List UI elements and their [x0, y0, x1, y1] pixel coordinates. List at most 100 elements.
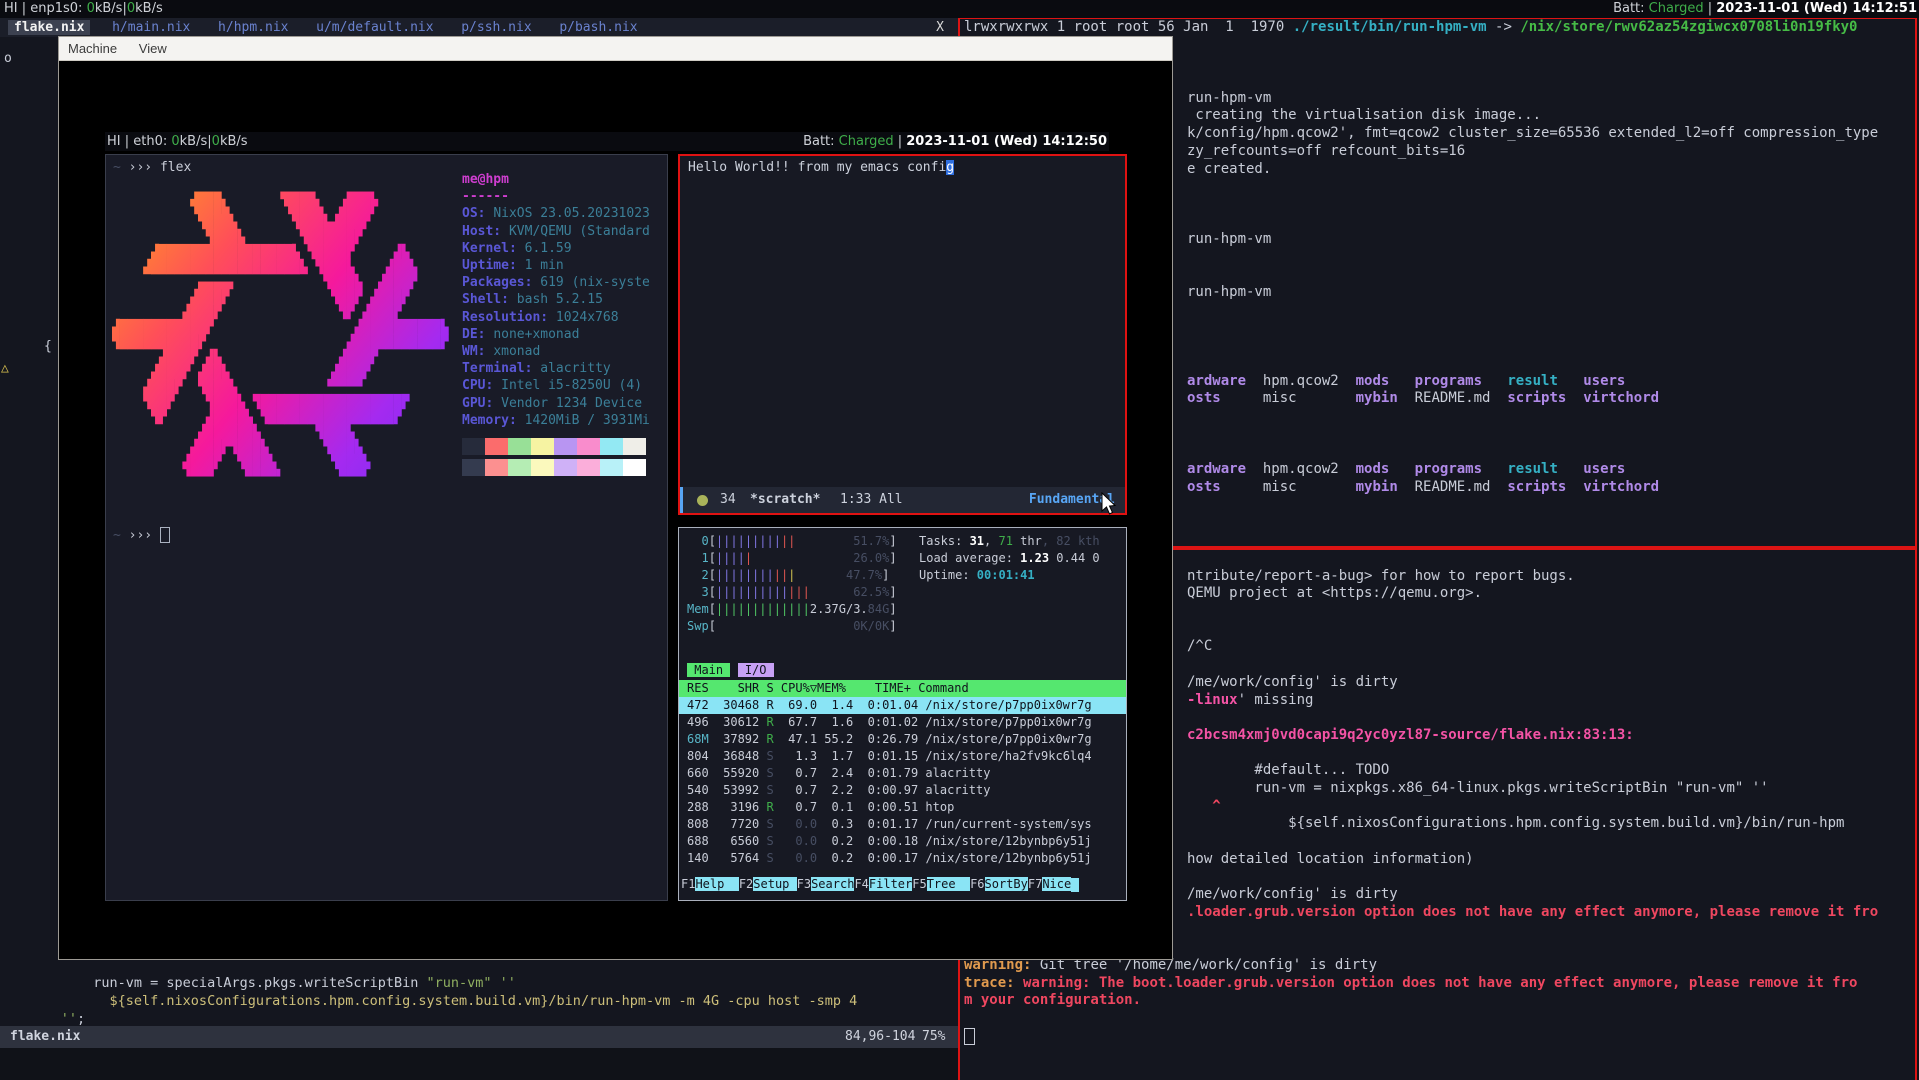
text-span: ------ [462, 189, 509, 204]
text-span: ››› [129, 160, 160, 175]
palette-swatch [508, 438, 531, 455]
tab-item[interactable]: Main [687, 663, 730, 677]
tab-item[interactable]: u/m/default.nix [310, 20, 439, 35]
text-span: 67.7 1.6 0:01.02 /nix/store/p7pp0ix0wr7g [774, 715, 1092, 729]
text-span: '' [492, 975, 516, 991]
text-span: F7 [1028, 877, 1042, 891]
palette-swatch [462, 459, 485, 476]
text-span: [ [709, 534, 716, 548]
text-span: ] [889, 602, 896, 616]
text-span [1389, 461, 1414, 477]
text-span: 0.0 [795, 851, 817, 865]
process-row: 288 3196 R 0.7 0.1 0:00.51 htop [679, 799, 1126, 816]
text-span: QEMU project at <https://qemu.org>. [1187, 585, 1482, 601]
shell-output-line: trace: warning: The boot.loader.grub.ver… [960, 975, 1915, 993]
text-span [1015, 975, 1023, 991]
fetch-line: me@hpm [462, 171, 662, 188]
text-span: 1024x768 [556, 310, 619, 325]
text-span: 140 5764 [687, 851, 766, 865]
qemu-window[interactable]: Machine View HI | eth0: 0kB/s|0kB/s Batt… [58, 36, 1173, 960]
code-line: ${self.nixosConfigurations.hpm.config.sy… [12, 992, 857, 1010]
text-span: OS: [462, 206, 493, 221]
tab-item[interactable]: I/O [738, 663, 774, 677]
fkey-label[interactable]: SortBy [985, 877, 1028, 891]
text-span [1187, 798, 1212, 814]
text-span: ] [889, 619, 896, 633]
warning-fringe-icon: △ [1, 361, 9, 376]
text-span: hpm.qcow2 [1263, 373, 1339, 389]
text-span: ~ [113, 528, 129, 543]
text-span [295, 20, 311, 35]
vm-htop-window[interactable]: 0[||||||||||| 51.7%] 1[||||| 26.0%] 2[||… [678, 527, 1127, 901]
vm-emacs-window[interactable]: Hello World!! from my emacs config 34 *s… [678, 154, 1127, 515]
shell-prompt[interactable]: ~ ››› [113, 527, 170, 543]
fkey-label[interactable]: Setup [753, 877, 796, 891]
text-span: ] [889, 534, 896, 548]
text-span: R [766, 800, 773, 814]
tab-item[interactable]: h/hpm.nix [212, 20, 294, 35]
fkey-label[interactable]: Nice [1042, 877, 1071, 891]
modeline-buffer-name: *scratch* [750, 487, 820, 513]
process-row: 540 53992 S 0.7 2.2 0:00.97 alacritty [679, 782, 1126, 799]
htop-summary: Tasks: 31, 71 thr, 82 kthLoad average: 1… [919, 533, 1100, 584]
text-span: Charged [1649, 1, 1704, 16]
summary-line: Uptime: 00:01:41 [919, 567, 1100, 584]
text-span: misc [1263, 390, 1297, 406]
text-span [1566, 479, 1583, 495]
fkey-label[interactable]: Tree [927, 877, 970, 891]
text-span: kB/s [180, 134, 208, 149]
text-span: 0 [87, 1, 95, 16]
text-span: mods [1356, 373, 1390, 389]
text-span: /^C [1187, 638, 1212, 654]
tab-close-button[interactable]: X [936, 18, 944, 37]
text-span: 0.7 2.4 0:01.79 alacritty [774, 766, 991, 780]
menu-view[interactable]: View [130, 41, 176, 56]
fetch-line: Resolution: 1024x768 [462, 309, 662, 326]
text-span: /me/work/config' is dirty [1187, 674, 1398, 690]
tab-item[interactable]: p/bash.nix [553, 20, 643, 35]
host-flake-buffer[interactable]: run-vm = specialArgs.pkgs.writeScriptBin… [0, 960, 958, 1080]
text-span: README.md [1415, 479, 1491, 495]
text-span: HI | eth0: [107, 134, 171, 149]
fkey-label[interactable]: Search [811, 877, 854, 891]
text-span: Kernel: [462, 241, 525, 256]
tab-item[interactable]: flake.nix [8, 20, 90, 35]
nixos-logo: ▗▄▄▄ ▗▄▄▄▄ ▄▄▄▖ ▜███▙ ▜███▙ ▟███▛ ▜███▙ … [112, 185, 449, 485]
text-span: k/config/hpm.qcow2', fmt=qcow2 cluster_s… [1187, 125, 1878, 141]
vm-display[interactable]: HI | eth0: 0kB/s|0kB/s Batt: Charged | 2… [59, 61, 1172, 959]
menu-machine[interactable]: Machine [59, 41, 126, 56]
fkey-row: F1Help F2Setup F3SearchF4FilterF5Tree F6… [679, 876, 1126, 893]
text-span: ~ [113, 160, 129, 175]
fkey-label[interactable]: Help [695, 877, 738, 891]
text-span: 0 [127, 1, 135, 16]
host-xmobar: HI | enp1s0: 0kB/s|0kB/s Batt: Charged |… [0, 0, 1919, 18]
fetch-line: DE: none+xmonad [462, 326, 662, 343]
shell-prompt: ~ ››› flex [113, 160, 191, 175]
text-span: 0.2 0:00.17 /nix/store/12bynbp6y51j [817, 851, 1092, 865]
text-span: DE: [462, 327, 493, 342]
text-span: #default... TODO [1187, 762, 1389, 778]
vm-terminal-window[interactable]: ~ ››› flex ▗▄▄▄ ▗▄▄▄▄ ▄▄▄▖ ▜███▙ ▜███▙ ▟… [105, 154, 668, 901]
shell-output-line: m your configuration. [960, 992, 1915, 1010]
text-span: flex [160, 160, 191, 175]
meter-line: Swp[ 0K/0K] [687, 618, 897, 635]
tab-bar[interactable]: flake.nix h/main.nix h/hpm.nix u/m/defau… [0, 18, 958, 37]
text-span: virtchord [1583, 390, 1659, 406]
text-span: S [766, 817, 773, 831]
fkey-label[interactable]: Filter [869, 877, 912, 891]
minibuffer[interactable] [0, 1048, 958, 1080]
status-text: Batt: Charged | 2023-11-01 (Wed) 14:12:5… [1613, 0, 1917, 18]
text-span: 1.23 [1020, 551, 1056, 565]
text-span [774, 851, 796, 865]
text-span: RES SHR S CPU%▽MEM% TIME+ Command [687, 681, 1092, 695]
text-span: ] [889, 551, 896, 565]
text-span: | [1704, 1, 1717, 16]
palette-swatch [485, 438, 508, 455]
palette-swatch [554, 438, 577, 455]
tab-item[interactable]: p/ssh.nix [455, 20, 537, 35]
text-span [538, 20, 554, 35]
tab-item[interactable]: h/main.nix [106, 20, 196, 35]
text-span: zy_refcounts=off refcount_bits=16 [1187, 143, 1465, 159]
text-span: ardware [1187, 461, 1246, 477]
palette-swatch [531, 438, 554, 455]
